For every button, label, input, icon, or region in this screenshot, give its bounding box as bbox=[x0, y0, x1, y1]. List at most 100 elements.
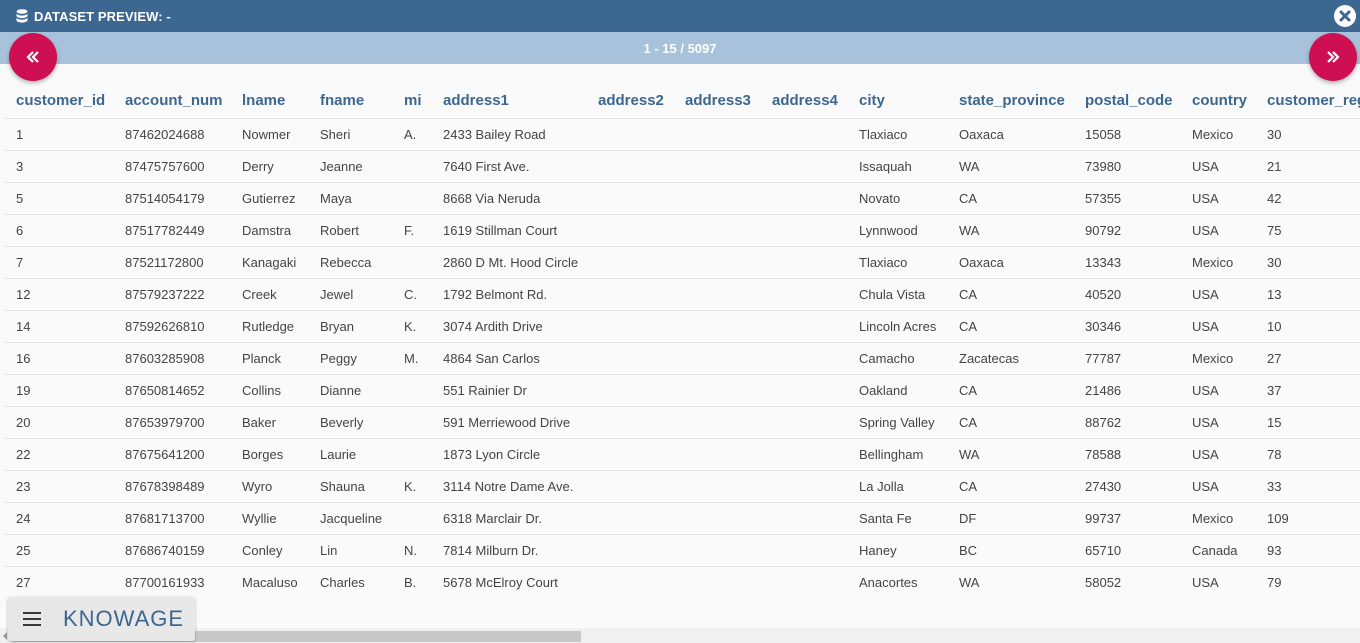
column-header-address2[interactable]: address2 bbox=[587, 82, 674, 119]
column-header-mi[interactable]: mi bbox=[393, 82, 432, 119]
cell-city: Anacortes bbox=[848, 566, 948, 598]
cell-state-province: CA bbox=[948, 374, 1074, 407]
column-header-customer-region-id[interactable]: customer_region_id bbox=[1256, 82, 1360, 119]
column-header-customer-id[interactable]: customer_id bbox=[5, 82, 114, 119]
cell-account-num: 87653979700 bbox=[114, 406, 231, 439]
column-header-address1[interactable]: address1 bbox=[432, 82, 587, 119]
cell-address3 bbox=[674, 182, 761, 215]
cell-postal-code: 13343 bbox=[1074, 246, 1181, 279]
cell-city: Lincoln Acres bbox=[848, 310, 948, 343]
cell-state-province: DF bbox=[948, 502, 1074, 535]
horizontal-scrollbar[interactable] bbox=[0, 628, 1360, 643]
database-icon bbox=[16, 9, 28, 23]
cell-fname: Jewel bbox=[309, 278, 393, 311]
cell-customer-region-id: 79 bbox=[1256, 566, 1360, 598]
cell-address2 bbox=[587, 182, 674, 215]
cell-account-num: 87681713700 bbox=[114, 502, 231, 535]
cell-address4 bbox=[761, 342, 848, 375]
cell-address2 bbox=[587, 566, 674, 598]
cell-mi: C. bbox=[393, 278, 432, 311]
cell-lname: Macaluso bbox=[231, 566, 309, 598]
cell-customer-id: 5 bbox=[5, 182, 114, 215]
cell-lname: Creek bbox=[231, 278, 309, 311]
column-header-address4[interactable]: address4 bbox=[761, 82, 848, 119]
table-row[interactable]: 1 87462024688 Nowmer Sheri A. 2433 Bailey Roa… bbox=[5, 118, 1360, 151]
cell-state-province: WA bbox=[948, 214, 1074, 247]
next-page-button[interactable] bbox=[1309, 33, 1357, 81]
cell-customer-id: 23 bbox=[5, 470, 114, 503]
cell-customer-region-id: 21 bbox=[1256, 150, 1360, 183]
cell-account-num: 87475757600 bbox=[114, 150, 231, 183]
cell-fname: Sheri bbox=[309, 118, 393, 151]
table-body: 1 87462024688 Nowmer Sheri A. 2433 Bailey Roa… bbox=[5, 118, 1360, 598]
table-row[interactable]: 6 87517782449 Damstra Robert F. 1619 Stillman… bbox=[5, 214, 1360, 247]
cell-state-province: CA bbox=[948, 470, 1074, 503]
table-row[interactable]: 3 87475757600 Derry Jeanne 7640 First Ave. Is… bbox=[5, 150, 1360, 183]
cell-customer-region-id: 30 bbox=[1256, 246, 1360, 279]
cell-customer-id: 16 bbox=[5, 342, 114, 375]
table-row[interactable]: 7 87521172800 Kanagaki Rebecca 2860 D Mt. Ho… bbox=[5, 246, 1360, 279]
cell-country: USA bbox=[1181, 278, 1256, 311]
cell-customer-region-id: 33 bbox=[1256, 470, 1360, 503]
cell-city: Tlaxiaco bbox=[848, 118, 948, 151]
cell-address1: 5678 McElroy Court bbox=[432, 566, 587, 598]
cell-lname: Collins bbox=[231, 374, 309, 407]
table-row[interactable]: 27 87700161933 Macaluso Charles B. 5678 McElr… bbox=[5, 566, 1360, 598]
cell-city: Spring Valley bbox=[848, 406, 948, 439]
close-button[interactable] bbox=[1334, 5, 1356, 27]
cell-address1: 1792 Belmont Rd. bbox=[432, 278, 587, 311]
column-header-fname[interactable]: fname bbox=[309, 82, 393, 119]
cell-customer-id: 22 bbox=[5, 438, 114, 471]
cell-lname: Damstra bbox=[231, 214, 309, 247]
column-header-postal-code[interactable]: postal_code bbox=[1074, 82, 1181, 119]
column-header-state-province[interactable]: state_province bbox=[948, 82, 1074, 119]
cell-postal-code: 40520 bbox=[1074, 278, 1181, 311]
table-row[interactable]: 23 87678398489 Wyro Shauna K. 3114 Notre Dame… bbox=[5, 470, 1360, 503]
cell-mi: K. bbox=[393, 470, 432, 503]
cell-lname: Baker bbox=[231, 406, 309, 439]
cell-address3 bbox=[674, 278, 761, 311]
cell-mi: M. bbox=[393, 342, 432, 375]
column-header-lname[interactable]: lname bbox=[231, 82, 309, 119]
table-row[interactable]: 22 87675641200 Borges Laurie 1873 Lyon Circl… bbox=[5, 438, 1360, 471]
previous-page-button[interactable] bbox=[9, 33, 57, 81]
cell-address2 bbox=[587, 534, 674, 567]
table-row[interactable]: 14 87592626810 Rutledge Bryan K. 3074 Ardith … bbox=[5, 310, 1360, 343]
cell-mi bbox=[393, 182, 432, 215]
table-row[interactable]: 12 87579237222 Creek Jewel C. 1792 Belmont Rd… bbox=[5, 278, 1360, 311]
double-chevron-right-icon bbox=[1327, 51, 1340, 63]
cell-address3 bbox=[674, 502, 761, 535]
cell-customer-id: 3 bbox=[5, 150, 114, 183]
cell-country: USA bbox=[1181, 566, 1256, 598]
cell-fname: Robert bbox=[309, 214, 393, 247]
column-header-address3[interactable]: address3 bbox=[674, 82, 761, 119]
cell-customer-region-id: 13 bbox=[1256, 278, 1360, 311]
table-row[interactable]: 5 87514054179 Gutierrez Maya 8668 Via Neruda… bbox=[5, 182, 1360, 215]
cell-mi bbox=[393, 374, 432, 407]
cell-customer-region-id: 30 bbox=[1256, 118, 1360, 151]
cell-city: Santa Fe bbox=[848, 502, 948, 535]
scroll-left-arrow-icon[interactable] bbox=[3, 632, 7, 640]
cell-account-num: 87462024688 bbox=[114, 118, 231, 151]
cell-fname: Lin bbox=[309, 534, 393, 567]
column-header-city[interactable]: city bbox=[848, 82, 948, 119]
table-row[interactable]: 24 87681713700 Wyllie Jacqueline 6318 Marcla… bbox=[5, 502, 1360, 535]
cell-address3 bbox=[674, 214, 761, 247]
cell-city: Lynnwood bbox=[848, 214, 948, 247]
cell-address4 bbox=[761, 438, 848, 471]
cell-fname: Jacqueline bbox=[309, 502, 393, 535]
cell-postal-code: 88762 bbox=[1074, 406, 1181, 439]
cell-customer-region-id: 93 bbox=[1256, 534, 1360, 567]
cell-address4 bbox=[761, 502, 848, 535]
cell-postal-code: 30346 bbox=[1074, 310, 1181, 343]
hamburger-menu-icon[interactable] bbox=[23, 612, 41, 626]
cell-city: Camacho bbox=[848, 342, 948, 375]
table-row[interactable]: 20 87653979700 Baker Beverly 591 Merriewood … bbox=[5, 406, 1360, 439]
table-row[interactable]: 19 87650814652 Collins Dianne 551 Rainier Dr… bbox=[5, 374, 1360, 407]
cell-state-province: CA bbox=[948, 182, 1074, 215]
column-header-country[interactable]: country bbox=[1181, 82, 1256, 119]
column-header-account-num[interactable]: account_num bbox=[114, 82, 231, 119]
table-row[interactable]: 25 87686740159 Conley Lin N. 7814 Milburn Dr.… bbox=[5, 534, 1360, 567]
cell-account-num: 87579237222 bbox=[114, 278, 231, 311]
table-row[interactable]: 16 87603285908 Planck Peggy M. 4864 San Carlo… bbox=[5, 342, 1360, 375]
